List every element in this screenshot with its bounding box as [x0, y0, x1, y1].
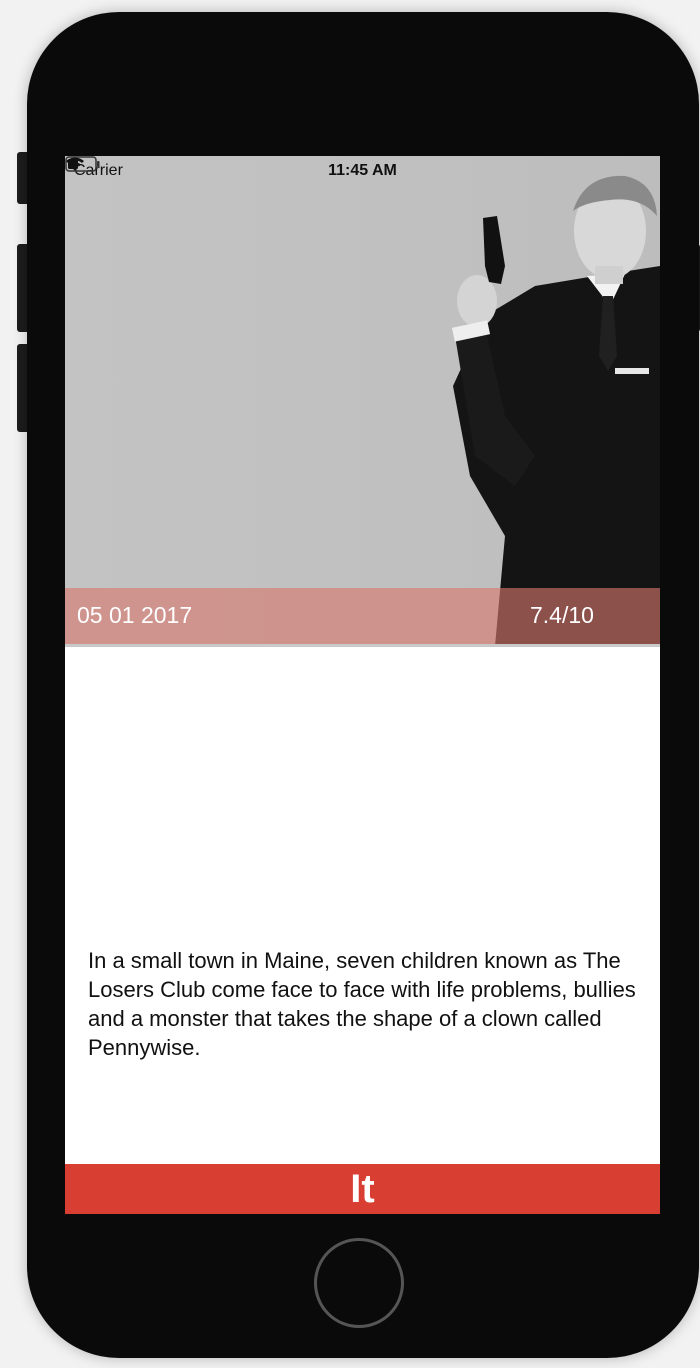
status-bar: Carrier 11:45 AM	[65, 156, 660, 186]
volume-down-button	[17, 344, 27, 432]
home-button[interactable]	[314, 1238, 404, 1328]
rating-score: 7.4/10	[530, 602, 594, 628]
release-date: 05 01 2017	[77, 602, 193, 628]
status-time: 11:45 AM	[328, 162, 397, 179]
volume-up-button	[17, 244, 27, 332]
mute-switch	[17, 152, 27, 204]
battery-icon	[65, 156, 100, 172]
release-rating-band: 05 01 2017 7.4/10	[65, 588, 660, 644]
movie-poster: Carrier 11:45 AM 05 01 2017 7.4/10	[65, 156, 660, 646]
movie-overview: In a small town in Maine, seven children…	[88, 948, 636, 1060]
poster-figure-illustration	[451, 175, 660, 646]
poster-divider	[65, 644, 660, 647]
movie-title: It	[350, 1167, 375, 1211]
movie-detail-screen: Carrier 11:45 AM 05 01 2017 7.4/10 In a …	[65, 156, 660, 1214]
movie-title-bar[interactable]: It	[65, 1164, 660, 1214]
